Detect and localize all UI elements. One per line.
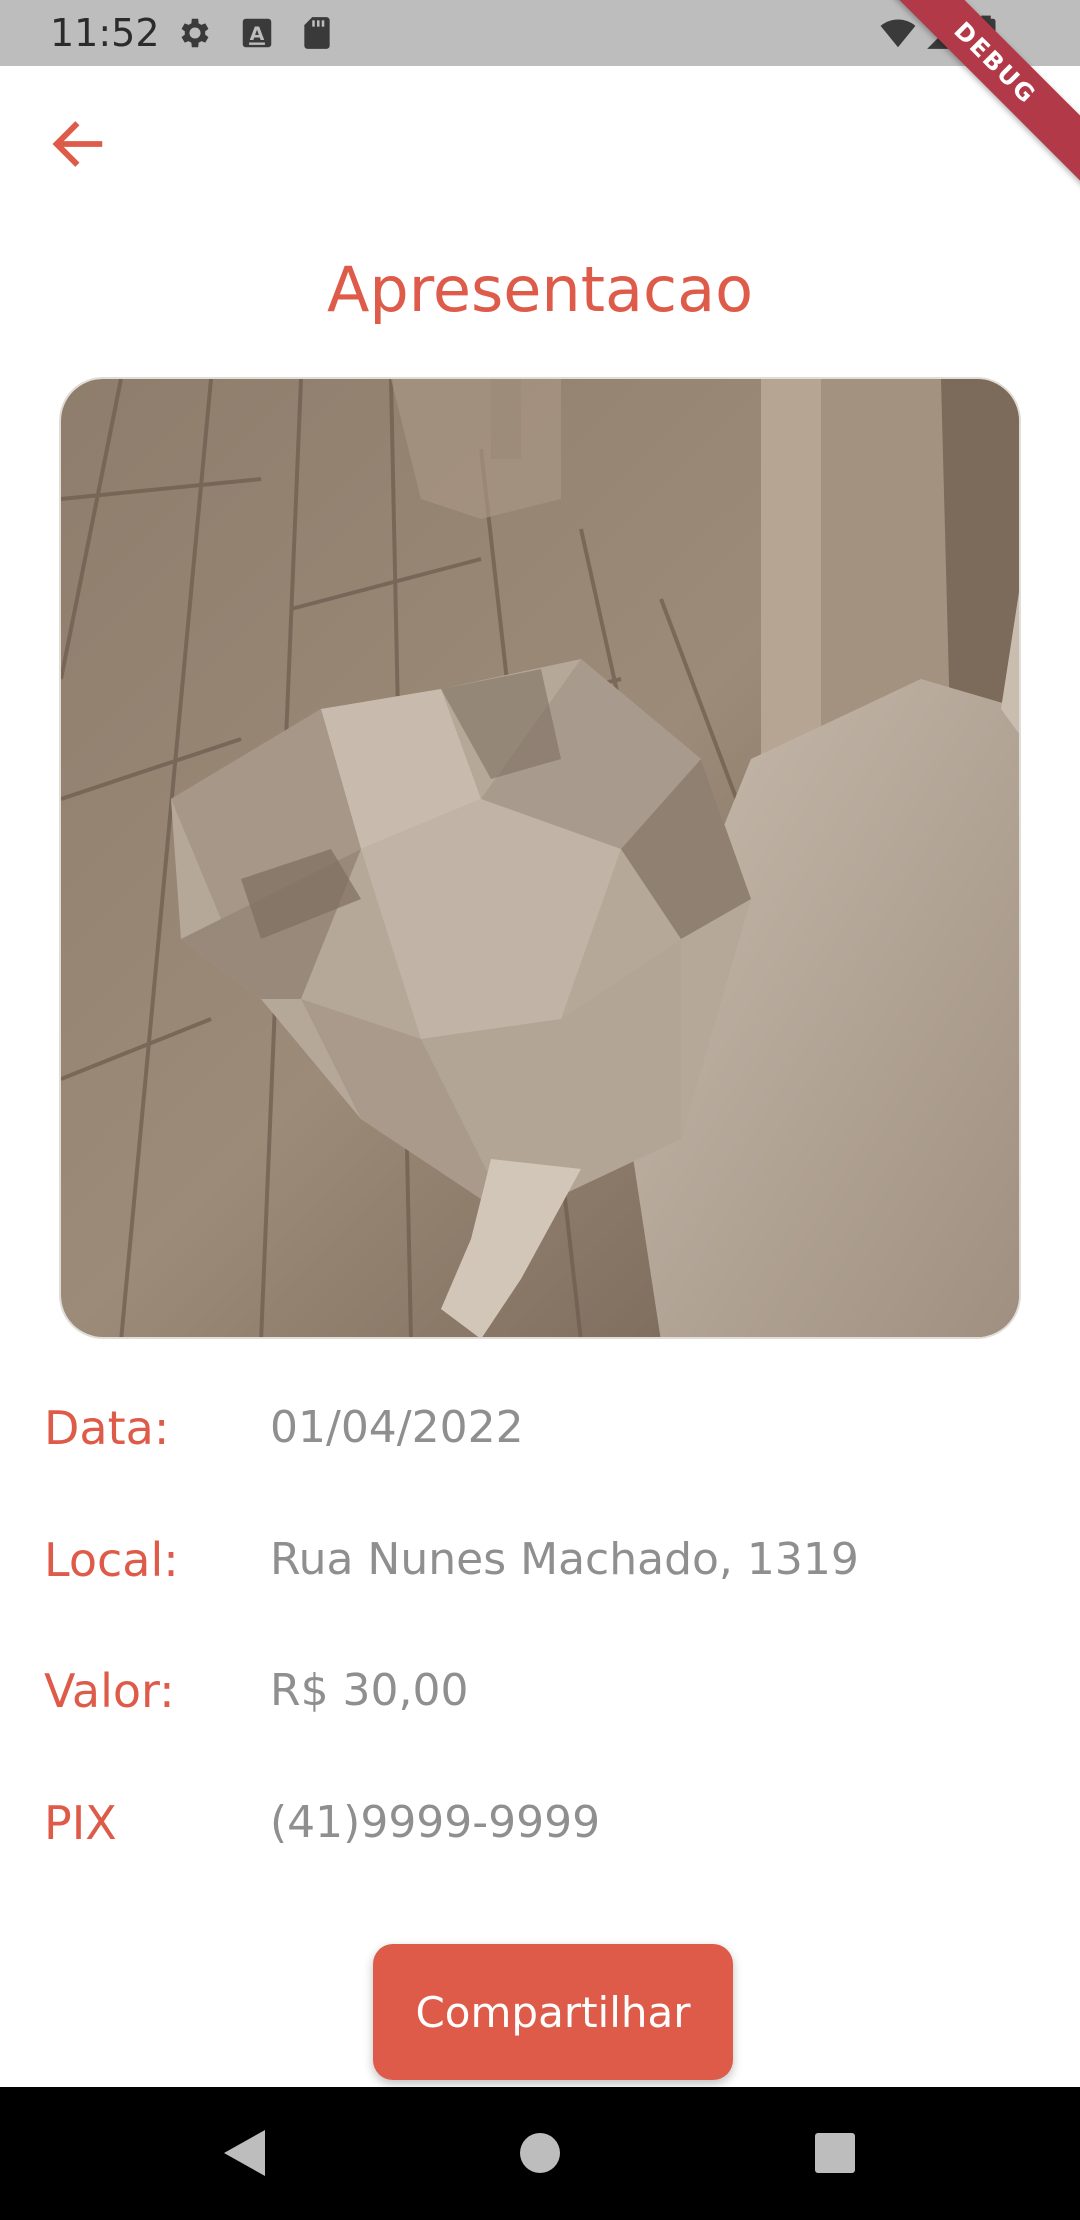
back-triangle-icon	[224, 2130, 265, 2176]
detail-label: Data:	[44, 1401, 170, 1455]
share-button[interactable]: Compartilhar	[373, 1944, 733, 2080]
detail-label: PIX	[44, 1796, 117, 1850]
detail-label: Local:	[44, 1533, 179, 1587]
detail-value: 01/04/2022	[270, 1402, 524, 1453]
back-button[interactable]	[36, 102, 120, 186]
system-nav-bar	[0, 2087, 1080, 2220]
detail-row-valor: Valor: R$ 30,00	[0, 1651, 1080, 1731]
nav-recents-button[interactable]	[805, 2123, 865, 2183]
gear-icon	[176, 14, 214, 52]
recents-square-icon	[815, 2133, 855, 2173]
detail-value: R$ 30,00	[270, 1665, 469, 1716]
pet-photo	[59, 377, 1021, 1339]
page-title: Apresentacao	[326, 253, 754, 326]
detail-value: Rua Nunes Machado, 1319	[270, 1534, 859, 1585]
nav-back-button[interactable]	[214, 2123, 274, 2183]
detail-label: Valor:	[44, 1664, 175, 1718]
arrow-left-icon	[52, 121, 103, 167]
nav-home-button[interactable]	[510, 2123, 570, 2183]
detail-row-data: Data: 01/04/2022	[0, 1388, 1080, 1468]
svg-text:A: A	[250, 23, 265, 45]
detail-row-pix: PIX (41)9999-9999	[0, 1783, 1080, 1863]
detail-row-local: Local: Rua Nunes Machado, 1319	[0, 1520, 1080, 1600]
sd-card-icon	[298, 14, 336, 52]
home-circle-icon	[520, 2133, 560, 2173]
a-badge-icon: A	[238, 14, 276, 52]
status-time: 11:52	[50, 11, 160, 55]
detail-value: (41)9999-9999	[270, 1797, 601, 1848]
wifi-icon	[878, 14, 916, 52]
